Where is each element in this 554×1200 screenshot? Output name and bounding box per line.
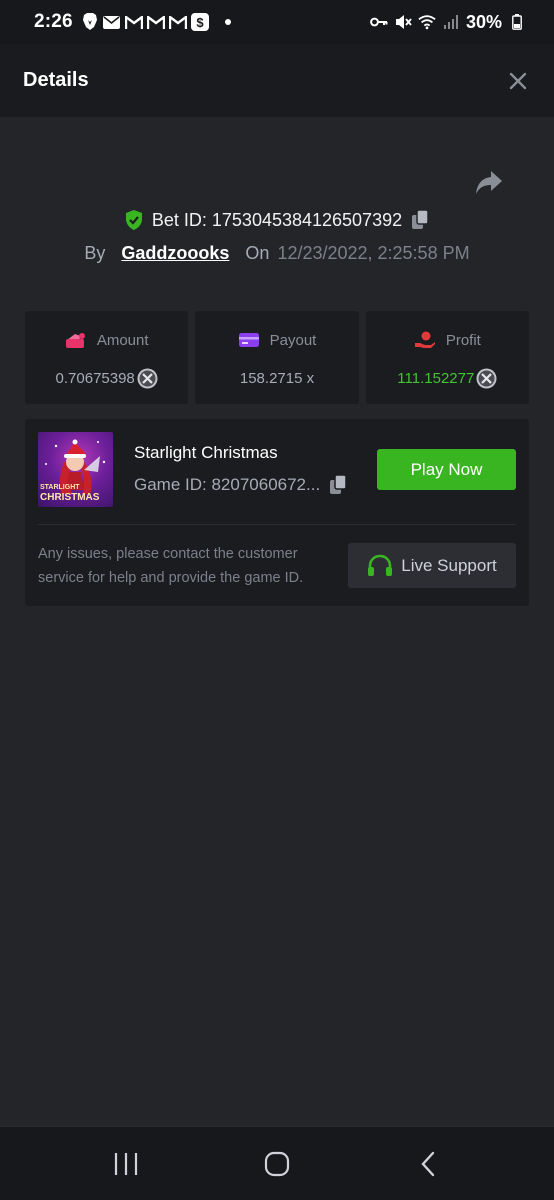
game-card: STARLIGHT CHRISTMAS Starlight Christmas …: [25, 419, 529, 606]
play-now-button[interactable]: Play Now: [377, 449, 516, 490]
bet-stats: Amount 0.70675398 Payout 158.2715 x Prof…: [25, 311, 529, 404]
copy-icon: [330, 474, 347, 494]
game-thumbnail[interactable]: STARLIGHT CHRISTMAS: [38, 432, 113, 507]
status-bar: 2:26 $ 30%: [0, 0, 554, 44]
stat-payout: Payout 158.2715 x: [195, 311, 359, 404]
more-notifications-dot: [224, 19, 231, 25]
close-icon: [509, 72, 527, 89]
hand-coin-icon: [414, 331, 435, 348]
divider: [38, 524, 516, 525]
profit-value: 111.152277: [397, 369, 475, 387]
live-support-button[interactable]: Live Support: [348, 543, 516, 588]
game-id: Game ID: 8207060672...: [134, 475, 321, 494]
stat-amount: Amount 0.70675398: [25, 311, 189, 404]
recents-icon: [114, 1152, 137, 1175]
stat-profit: Profit 111.152277: [365, 311, 529, 404]
mute-icon: [394, 13, 412, 31]
bet-id: Bet ID: 1753045384126507392: [151, 209, 403, 230]
system-nav-bar: [0, 1126, 554, 1200]
coin-icon: [137, 368, 158, 389]
on-label: On: [245, 242, 270, 263]
payout-value: 158.2715 x: [239, 369, 315, 387]
username-link[interactable]: Gaddzoooks: [121, 243, 229, 264]
stat-label: Amount: [96, 331, 149, 349]
bet-date: 12/23/2022, 2:25:58 PM: [277, 242, 470, 263]
gmail-icon: [168, 13, 187, 31]
gmail-icon: [146, 13, 165, 31]
verified-shield-icon: [125, 210, 142, 230]
battery-icon: [508, 13, 526, 31]
wifi-icon: [418, 13, 436, 31]
amount-value: 0.70675398: [55, 369, 135, 387]
copy-bet-id-button[interactable]: [410, 209, 430, 231]
copy-icon: [412, 209, 429, 229]
copy-game-id-button[interactable]: [328, 474, 348, 496]
wallet-icon: [65, 333, 85, 348]
coin-icon: [476, 368, 497, 389]
home-button[interactable]: [257, 1144, 297, 1184]
support-help-text: Any issues, please contact the customer …: [38, 546, 304, 586]
game-id-row: Game ID: 8207060672...: [134, 474, 348, 496]
bet-author-row: By Gaddzoooks On 12/23/2022, 2:25:58 PM: [0, 240, 554, 266]
battery-percent: 30%: [465, 11, 502, 32]
stat-label: Payout: [269, 331, 317, 349]
live-support-label: Live Support: [401, 555, 497, 575]
gmail-icon: [124, 13, 143, 31]
game-art-title: STARLIGHT CHRISTMAS: [40, 484, 100, 503]
home-icon: [264, 1151, 290, 1176]
cashapp-icon: $: [190, 13, 209, 31]
card-icon: [238, 333, 259, 347]
game-name: Starlight Christmas: [134, 443, 278, 462]
details-header: Details: [0, 44, 554, 117]
share-button[interactable]: [474, 168, 504, 196]
bet-id-row: Bet ID: 1753045384126507392: [0, 205, 554, 235]
back-icon: [421, 1151, 435, 1176]
stat-label: Profit: [445, 331, 481, 349]
back-button[interactable]: [408, 1144, 448, 1184]
page-title: Details: [23, 69, 89, 91]
share-icon: [476, 171, 502, 194]
key-icon: [370, 13, 388, 31]
signal-icon: [442, 13, 460, 31]
notification-icons: $: [81, 13, 231, 31]
close-button[interactable]: [506, 69, 530, 93]
brave-icon: [81, 13, 99, 31]
svg-text:$: $: [196, 15, 204, 30]
recent-apps-button[interactable]: [106, 1144, 146, 1184]
mail-icon: [103, 13, 121, 31]
status-time: 2:26: [34, 11, 73, 32]
by-label: By: [84, 242, 106, 263]
headset-icon: [368, 554, 393, 576]
